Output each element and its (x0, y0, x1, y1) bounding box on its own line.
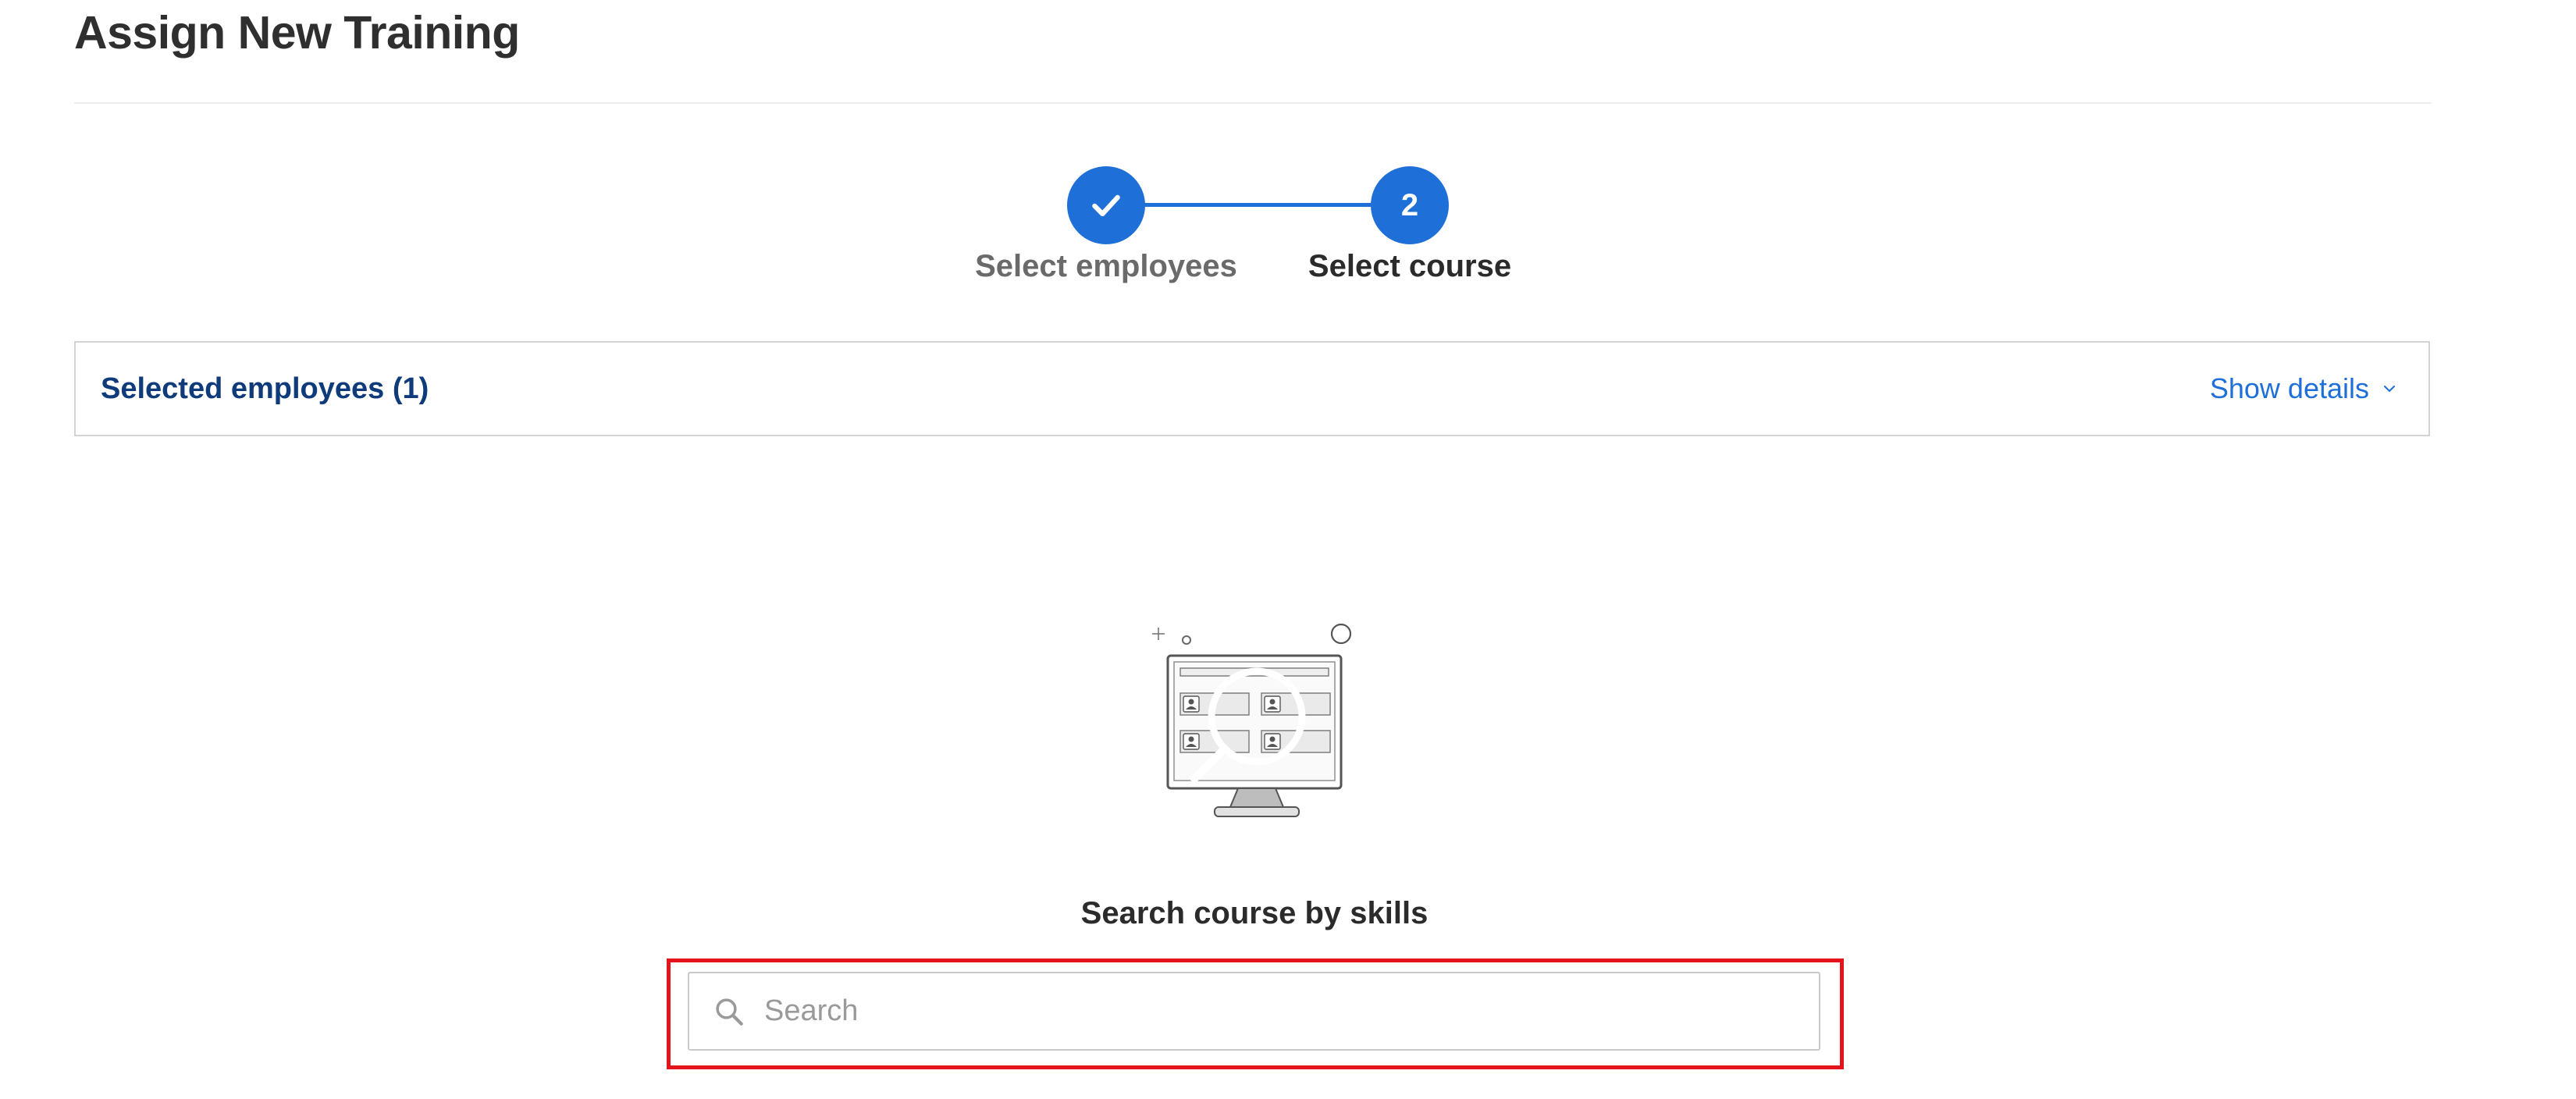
sparkle-icon (1152, 628, 1165, 640)
large-dot-icon (1330, 623, 1352, 645)
search-heading: Search course by skills (1080, 896, 1429, 930)
check-icon (1092, 194, 1120, 217)
step-connector (1107, 203, 1372, 207)
monitor-search-illustration (1152, 623, 1352, 817)
step-2-number: 2 (1400, 187, 1419, 222)
search-input[interactable] (763, 994, 1781, 1029)
step-2-active[interactable]: 2 (1371, 166, 1449, 244)
search-box[interactable] (688, 972, 1820, 1051)
page-title: Assign New Training (74, 7, 520, 59)
search-icon (716, 998, 743, 1026)
selected-employees-panel: Selected employees (1) Show details (74, 341, 2430, 436)
stepper: 2 Select employees Select course (0, 166, 2576, 299)
small-dot-icon (1182, 635, 1191, 645)
step-1-completed[interactable] (1067, 166, 1145, 244)
chevron-down-icon (2384, 386, 2395, 392)
step-label-select-course: Select course (1308, 249, 1512, 283)
title-divider (74, 102, 2432, 104)
show-details-label: Show details (2209, 372, 2369, 404)
step-label-select-employees: Select employees (975, 249, 1237, 283)
selected-employees-title: Selected employees (1) (101, 372, 429, 405)
assign-training-page: Assign New Training 2 Select employees S… (0, 0, 2576, 1099)
show-details-toggle[interactable]: Show details (2210, 372, 2397, 405)
